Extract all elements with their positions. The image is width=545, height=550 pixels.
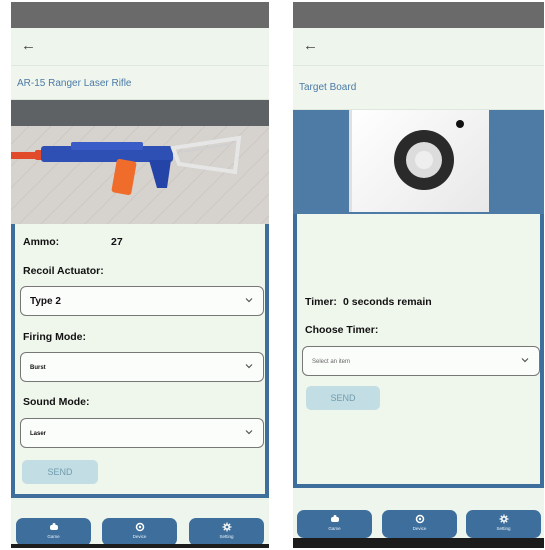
nav-device-label: Device xyxy=(132,534,147,539)
nav-game-label: Game xyxy=(328,526,341,531)
app-bar: ← xyxy=(293,28,544,66)
system-nav-strip xyxy=(293,538,544,548)
target-board-image xyxy=(349,110,489,212)
timer-panel: Timer: 0 seconds remain Choose Timer: Se… xyxy=(293,214,544,488)
bottom-navigation: Game Device Setting xyxy=(11,500,269,548)
gear-icon xyxy=(499,514,508,524)
rifle-illustration xyxy=(11,126,269,224)
target-image-area xyxy=(293,110,544,214)
ammo-value: 27 xyxy=(111,236,123,248)
timer-select[interactable]: Select an item xyxy=(302,346,540,376)
page-title: AR-15 Ranger Laser Rifle xyxy=(17,78,132,89)
page-title: Target Board xyxy=(299,82,357,93)
device-icon xyxy=(135,522,144,532)
nav-device-button[interactable]: Device xyxy=(102,518,177,546)
sound-mode-value: Laser xyxy=(30,431,47,437)
device-icon xyxy=(415,514,424,524)
timer-label: Timer: xyxy=(305,296,337,308)
back-arrow-icon[interactable]: ← xyxy=(21,37,36,55)
game-icon xyxy=(49,523,58,530)
nav-device-button[interactable]: Device xyxy=(382,510,457,538)
sound-mode-select[interactable]: Laser xyxy=(20,418,264,448)
nav-game-label: Game xyxy=(47,534,60,539)
chevron-down-icon xyxy=(521,358,529,363)
app-bar: ← xyxy=(11,28,269,66)
chevron-down-icon xyxy=(245,364,253,369)
rifle-image xyxy=(11,100,269,224)
timer-select-placeholder: Select an item xyxy=(312,359,351,365)
choose-timer-label: Choose Timer: xyxy=(305,324,379,336)
nav-device-label: Device xyxy=(412,526,427,531)
bottom-navigation: Game Device Setting xyxy=(293,488,544,548)
chevron-down-icon xyxy=(245,298,253,303)
timer-value: 0 seconds remain xyxy=(343,296,432,308)
recoil-actuator-select[interactable]: Type 2 xyxy=(20,286,264,316)
send-button[interactable]: SEND xyxy=(22,460,98,484)
system-nav-strip xyxy=(11,544,269,548)
firing-mode-label: Firing Mode: xyxy=(23,331,86,343)
title-bar: AR-15 Ranger Laser Rifle xyxy=(11,66,269,100)
sound-mode-label: Sound Mode: xyxy=(23,396,90,408)
nav-game-button[interactable]: Game xyxy=(16,518,91,546)
nav-game-button[interactable]: Game xyxy=(297,510,372,538)
nav-setting-button[interactable]: Setting xyxy=(466,510,541,538)
nav-setting-button[interactable]: Setting xyxy=(189,518,264,546)
gear-icon xyxy=(222,522,231,532)
nav-setting-label: Setting xyxy=(496,526,511,531)
firing-mode-value: Burst xyxy=(30,365,46,371)
title-bar: Target Board xyxy=(293,66,544,110)
target-board-screen: ← Target Board Timer: 0 seconds remain C… xyxy=(293,2,544,548)
status-bar xyxy=(11,2,269,28)
rifle-settings-screen: ← AR-15 Ranger Laser Rifle Ammo: 27 Reco… xyxy=(11,2,269,548)
rifle-settings-panel: Ammo: 27 Recoil Actuator: Type 2 Firing … xyxy=(11,224,269,498)
nav-setting-label: Setting xyxy=(219,534,234,539)
chevron-down-icon xyxy=(245,430,253,435)
game-icon xyxy=(330,515,339,522)
target-illustration xyxy=(394,120,464,190)
ammo-label: Ammo: xyxy=(23,236,60,248)
send-button[interactable]: SEND xyxy=(306,386,380,410)
recoil-actuator-label: Recoil Actuator: xyxy=(23,265,104,277)
back-arrow-icon[interactable]: ← xyxy=(303,37,318,55)
status-bar xyxy=(293,2,544,28)
recoil-actuator-value: Type 2 xyxy=(30,296,61,307)
firing-mode-select[interactable]: Burst xyxy=(20,352,264,382)
